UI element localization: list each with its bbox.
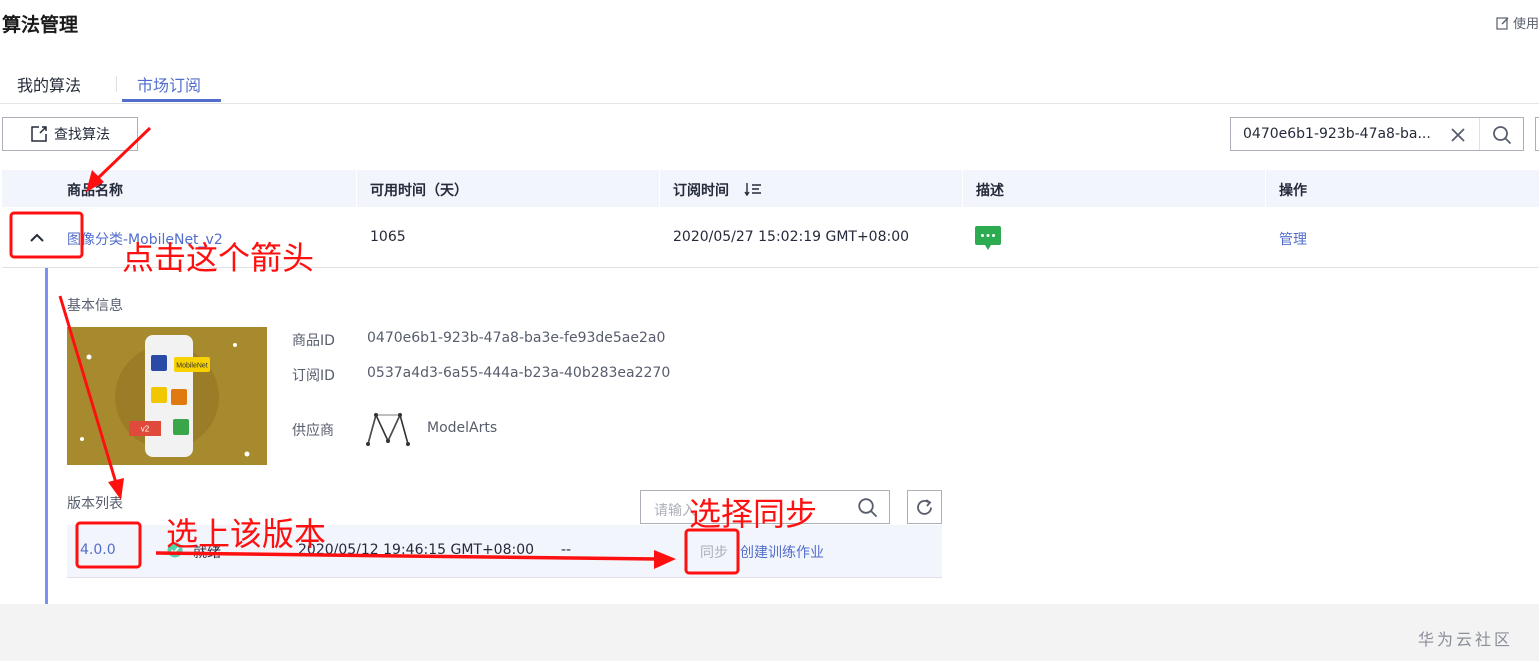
column-header-description: 描述 [976, 183, 1004, 199]
annotation-select-version: 选上该版本 [166, 515, 327, 553]
clear-icon[interactable] [1449, 126, 1467, 144]
column-separator [1265, 170, 1266, 207]
message-icon[interactable] [974, 225, 1002, 251]
column-header-subscribe-time: 订阅时间 [673, 183, 729, 199]
chevron-up-icon[interactable] [26, 227, 48, 249]
usage-guide-link[interactable]: 使用 [1496, 13, 1539, 32]
search-value: 0470e6b1-923b-47a8-ba... [1243, 126, 1431, 142]
column-header-actions: 操作 [1279, 183, 1307, 199]
version-description: -- [561, 542, 572, 558]
tab-bar: 我的算法 市场订阅 [0, 68, 1539, 104]
modelarts-logo-icon [366, 412, 410, 446]
subscribe-time: 2020/05/27 15:02:19 GMT+08:00 [673, 229, 910, 245]
external-link-icon [31, 126, 47, 142]
manage-link[interactable]: 管理 [1279, 229, 1307, 249]
find-algorithm-label: 查找算法 [54, 127, 110, 143]
search-separator [1479, 118, 1480, 150]
product-id-value: 0470e6b1-923b-47a8-ba3e-fe93de5ae2a0 [367, 330, 666, 346]
toolbar-extra-button[interactable] [1535, 117, 1539, 151]
provider-label: 供应商 [292, 423, 334, 439]
refresh-button[interactable] [907, 490, 942, 524]
subscription-search-input[interactable]: 0470e6b1-923b-47a8-ba... [1230, 117, 1524, 151]
column-header-name: 商品名称 [67, 183, 123, 199]
basic-info-title: 基本信息 [67, 298, 123, 314]
table-header: 商品名称 可用时间（天） 订阅时间 描述 操作 [2, 170, 1539, 207]
thumb-badge-v2: v2 [141, 425, 150, 434]
column-separator [356, 170, 357, 207]
annotation-select-sync: 选择同步 [689, 495, 818, 533]
sort-icon[interactable] [744, 182, 762, 196]
product-id-label: 商品ID [292, 333, 335, 349]
find-algorithm-button[interactable]: 查找算法 [2, 117, 138, 151]
column-separator [659, 170, 660, 207]
product-thumbnail: MobileNet v2 [67, 327, 267, 465]
usage-guide-label: 使用 [1512, 17, 1539, 32]
version-time: 2020/05/12 19:46:15 GMT+08:00 [298, 542, 535, 558]
refresh-icon [917, 499, 932, 515]
provider-value: ModelArts [427, 420, 498, 436]
active-tab-indicator [122, 99, 221, 102]
tab-my-algorithms[interactable]: 我的算法 [17, 72, 81, 96]
available-days: 1065 [370, 229, 406, 245]
search-icon[interactable] [1492, 125, 1512, 145]
footer-watermark: 华为云社区 [1418, 630, 1514, 649]
subscription-id-label: 订阅ID [292, 368, 335, 384]
page-title: 算法管理 [2, 14, 79, 36]
edit-icon [1496, 16, 1509, 30]
create-training-job-link[interactable]: 创建训练作业 [740, 542, 824, 562]
tab-divider [116, 76, 117, 92]
column-header-available-days: 可用时间（天） [370, 183, 468, 199]
detail-accent-bar [45, 268, 48, 604]
sync-link[interactable]: 同步 [700, 542, 728, 562]
annotation-click-arrow: 点击这个箭头 [122, 239, 315, 277]
version-list-title: 版本列表 [67, 496, 123, 512]
search-icon[interactable] [857, 497, 878, 518]
subscription-id-value: 0537a4d3-6a55-444a-b23a-40b283ea2270 [367, 365, 671, 381]
thumb-badge-mobilenet: MobileNet [176, 363, 208, 370]
tab-market-subscriptions[interactable]: 市场订阅 [137, 72, 201, 96]
version-number-link[interactable]: 4.0.0 [80, 542, 116, 558]
column-separator [962, 170, 963, 207]
